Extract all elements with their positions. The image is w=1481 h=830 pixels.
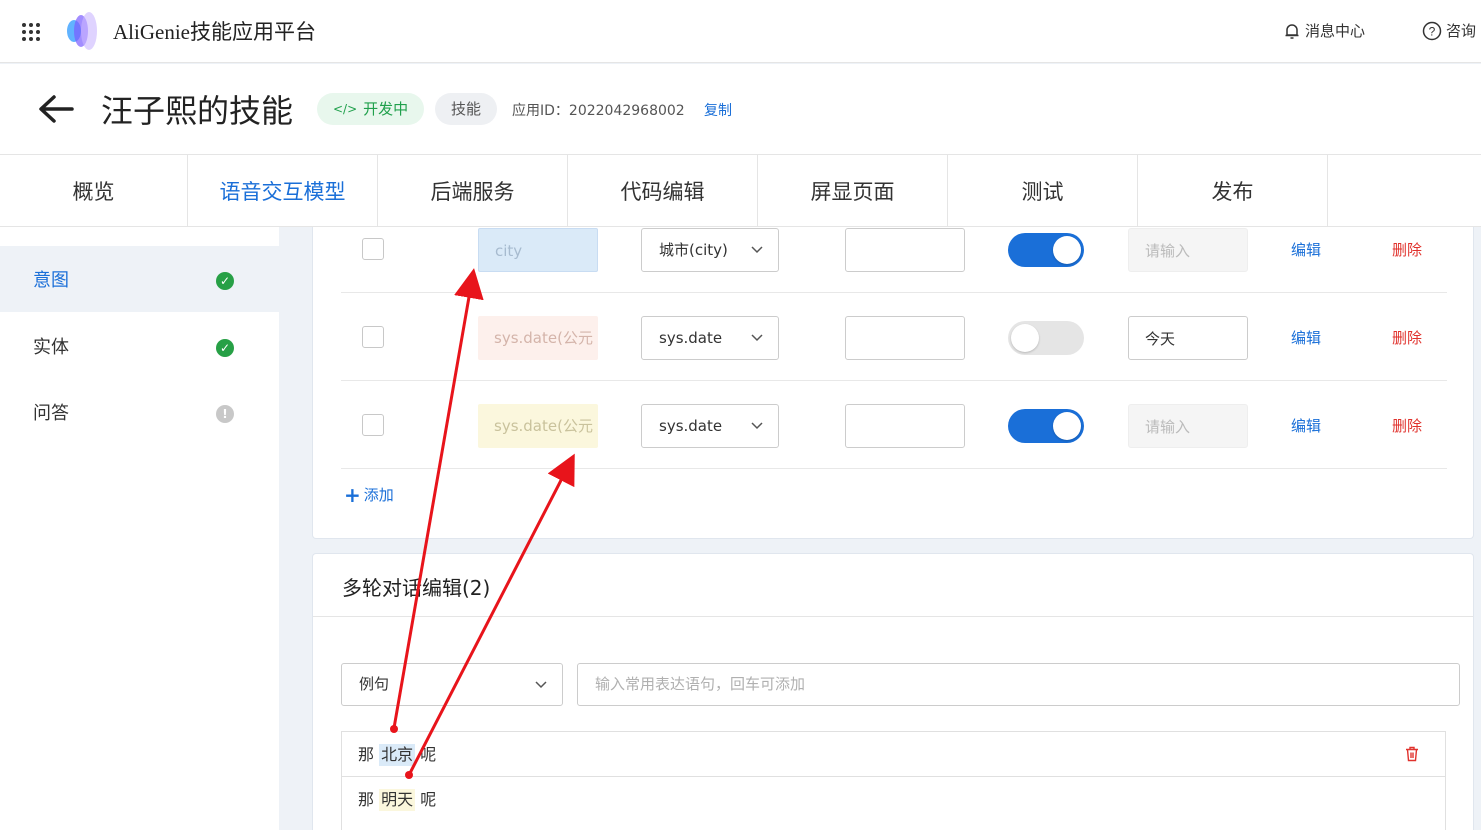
plus-icon: +: [344, 482, 361, 507]
table-row: sys.date(公元 sys.date 请输入 编辑 删除: [341, 381, 1447, 469]
example-list: 那 北京 呢 那 明天 呢: [341, 731, 1446, 830]
required-toggle[interactable]: [1008, 233, 1084, 267]
slot-alias-input[interactable]: [845, 228, 965, 272]
consult-button[interactable]: ? 咨询: [1422, 20, 1476, 41]
type-badge: 技能: [435, 93, 498, 125]
bell-icon: [1285, 23, 1299, 39]
slot-alias-input[interactable]: [845, 404, 965, 448]
slot-name: city: [478, 228, 598, 272]
chevron-down-icon: [751, 422, 763, 430]
entity-select[interactable]: 城市(city): [641, 228, 779, 272]
multi-turn-dialog-panel: 多轮对话编辑(2) 例句 输入常用表达语句，回车可添加 那 北京 呢 那 明天 …: [312, 553, 1474, 830]
skill-header: 汪子熙的技能 </> 开发中 技能 应用ID：2022042968002 复制: [0, 64, 1481, 154]
status-badge: </> 开发中: [317, 93, 425, 125]
example-prefix: 那: [358, 745, 375, 764]
top-bar: AliGenie技能应用平台 消息中心 ? 咨询: [0, 0, 1481, 63]
slots-panel: city 城市(city) 请输入 编辑 删除 sys.date(公元 sys.…: [312, 227, 1474, 539]
example-type-value: 例句: [359, 675, 390, 693]
sidebar-item-label: 意图: [33, 270, 69, 291]
list-item[interactable]: 那 北京 呢: [342, 732, 1445, 777]
delete-link[interactable]: 删除: [1392, 239, 1422, 260]
message-center[interactable]: 消息中心: [1283, 20, 1365, 41]
copy-link[interactable]: 复制: [704, 100, 732, 120]
tab-overview[interactable]: 概览: [0, 155, 188, 227]
sidebar-item-label: 问答: [33, 403, 69, 424]
chevron-down-icon: [751, 246, 763, 254]
sidebar-item-label: 实体: [33, 337, 69, 358]
sidebar: 意图 ✓ 实体 ✓ 问答 !: [0, 227, 279, 830]
edit-link[interactable]: 编辑: [1291, 415, 1321, 436]
example-suffix: 呢: [420, 790, 437, 809]
svg-text:?: ?: [1429, 24, 1436, 38]
slot-name: sys.date(公元: [478, 316, 598, 360]
entity-select[interactable]: sys.date: [641, 316, 779, 360]
check-icon: ✓: [216, 339, 234, 357]
back-arrow-icon[interactable]: [36, 93, 76, 125]
divider: [313, 616, 1473, 617]
consult-label: 咨询: [1446, 22, 1477, 40]
required-toggle[interactable]: [1008, 409, 1084, 443]
edit-link[interactable]: 编辑: [1291, 327, 1321, 348]
check-icon: ✓: [216, 272, 234, 290]
example-suffix: 呢: [420, 745, 437, 764]
prompt-input[interactable]: 请输入: [1128, 404, 1248, 448]
sidebar-item-qa[interactable]: 问答 !: [0, 379, 279, 445]
row-checkbox[interactable]: [362, 326, 384, 348]
entity-select-value: sys.date: [659, 329, 723, 347]
slot-name: sys.date(公元: [478, 404, 598, 448]
sidebar-item-entity[interactable]: 实体 ✓: [0, 313, 279, 379]
table-row: city 城市(city) 请输入 编辑 删除: [341, 205, 1447, 293]
entity-select[interactable]: sys.date: [641, 404, 779, 448]
example-prefix: 那: [358, 790, 375, 809]
chevron-down-icon: [535, 681, 547, 689]
apps-grid-icon[interactable]: [22, 23, 40, 41]
entity-select-value: 城市(city): [659, 241, 728, 259]
slot-alias-input[interactable]: [845, 316, 965, 360]
help-circle-icon: ?: [1422, 21, 1442, 40]
edit-link[interactable]: 编辑: [1291, 239, 1321, 260]
add-slot-button[interactable]: + 添加: [344, 484, 394, 505]
prompt-input[interactable]: 今天: [1128, 316, 1248, 360]
row-checkbox[interactable]: [362, 238, 384, 260]
section-title: 多轮对话编辑(2): [342, 576, 491, 600]
app-id: 应用ID：2022042968002: [512, 103, 685, 119]
page-title: 汪子熙的技能: [101, 92, 294, 130]
example-type-select[interactable]: 例句: [341, 663, 563, 706]
delete-link[interactable]: 删除: [1392, 415, 1422, 436]
table-row: sys.date(公元 sys.date 今天 编辑 删除: [341, 293, 1447, 381]
aligenie-logo-icon: [67, 12, 97, 50]
example-input[interactable]: 输入常用表达语句，回车可添加: [577, 663, 1460, 706]
sidebar-item-intent[interactable]: 意图 ✓: [0, 246, 279, 312]
prompt-input[interactable]: 请输入: [1128, 228, 1248, 272]
status-badge-label: 开发中: [363, 100, 409, 118]
example-slot-highlight: 明天: [379, 789, 416, 811]
warning-icon: !: [216, 405, 234, 423]
app-title: AliGenie技能应用平台: [113, 20, 316, 44]
chevron-down-icon: [751, 334, 763, 342]
example-slot-highlight: 北京: [379, 744, 416, 766]
required-toggle[interactable]: [1008, 321, 1084, 355]
trash-icon[interactable]: [1405, 746, 1419, 762]
entity-select-value: sys.date: [659, 417, 723, 435]
delete-link[interactable]: 删除: [1392, 327, 1422, 348]
code-icon: </>: [333, 102, 358, 116]
add-slot-label: 添加: [363, 486, 394, 504]
message-center-label: 消息中心: [1305, 22, 1366, 40]
row-checkbox[interactable]: [362, 414, 384, 436]
list-item[interactable]: 那 明天 呢: [342, 777, 1445, 822]
